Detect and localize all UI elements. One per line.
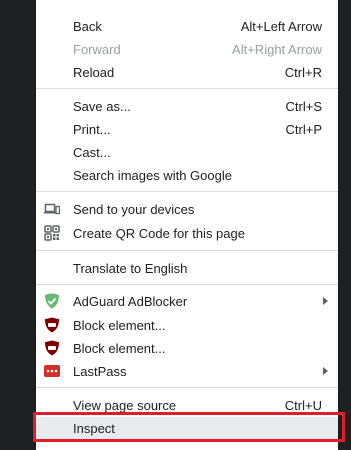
inspect-highlight-box	[33, 412, 345, 442]
menu-item-reload[interactable]: Reload Ctrl+R	[36, 61, 338, 84]
menu-item-create-qr[interactable]: Create QR Code for this page	[36, 222, 338, 245]
menu-item-translate[interactable]: Translate to English	[36, 257, 338, 280]
menu-item-cast[interactable]: Cast...	[36, 141, 338, 164]
menu-item-label: Reload	[73, 65, 115, 80]
submenu-arrow-icon	[323, 297, 328, 305]
lastpass-icon	[44, 363, 60, 379]
menu-item-save-as[interactable]: Save as... Ctrl+S	[36, 95, 338, 118]
menu-item-label: LastPass	[73, 364, 127, 379]
menu-item-label: Create QR Code for this page	[73, 226, 245, 241]
menu-item-search-images[interactable]: Search images with Google	[36, 164, 338, 187]
menu-item-label: Save as...	[73, 99, 131, 114]
menu-separator	[36, 191, 338, 192]
menu-item-label: Block element...	[73, 341, 166, 356]
menu-separator	[36, 387, 338, 388]
menu-item-label: Print...	[73, 122, 111, 137]
menu-item-block-element[interactable]: Block element...	[36, 337, 338, 360]
menu-item-label: View page source	[73, 398, 177, 413]
menu-item-send-to-devices[interactable]: Send to your devices	[36, 198, 338, 221]
menu-item-forward: Forward Alt+Right Arrow	[36, 38, 338, 61]
devices-icon	[44, 201, 61, 217]
menu-item-label: AdGuard AdBlocker	[73, 294, 188, 309]
ublock-icon	[44, 340, 60, 356]
menu-item-label: Search images with Google	[73, 168, 232, 183]
menu-item-print[interactable]: Print... Ctrl+P	[36, 118, 338, 141]
page-background-right	[338, 0, 351, 450]
page-background-left	[0, 0, 36, 450]
menu-item-back[interactable]: Back Alt+Left Arrow	[36, 15, 338, 38]
menu-item-label: Cast...	[73, 145, 111, 160]
submenu-arrow-icon	[323, 367, 328, 375]
menu-item-label: Send to your devices	[73, 202, 195, 217]
menu-separator	[36, 250, 338, 251]
menu-item-shortcut: Alt+Left Arrow	[240, 19, 322, 34]
qr-code-icon	[44, 225, 60, 241]
context-menu: Back Alt+Left Arrow Forward Alt+Right Ar…	[36, 0, 338, 450]
ublock-icon	[44, 317, 60, 333]
menu-separator	[36, 88, 338, 89]
menu-item-shortcut: Ctrl+P	[285, 122, 322, 137]
menu-item-label: Back	[73, 19, 102, 34]
menu-item-block-element[interactable]: Block element...	[36, 314, 338, 337]
menu-item-lastpass[interactable]: LastPass	[36, 360, 338, 383]
menu-item-shortcut: Alt+Right Arrow	[232, 42, 322, 57]
menu-item-shortcut: Ctrl+R	[284, 65, 322, 80]
menu-item-label: Forward	[73, 42, 121, 57]
menu-item-shortcut: Ctrl+U	[284, 398, 322, 413]
menu-separator	[36, 284, 338, 285]
menu-item-label: Block element...	[73, 318, 166, 333]
menu-item-label: Translate to English	[73, 261, 188, 276]
adguard-shield-icon	[44, 293, 60, 309]
menu-item-shortcut: Ctrl+S	[285, 99, 322, 114]
menu-item-adguard[interactable]: AdGuard AdBlocker	[36, 290, 338, 313]
